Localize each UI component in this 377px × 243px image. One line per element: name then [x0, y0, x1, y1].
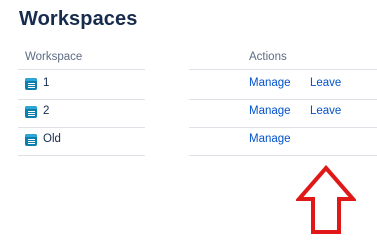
page-title: Workspaces: [19, 8, 138, 30]
workspace-icon: [25, 78, 37, 90]
manage-link[interactable]: Manage: [249, 133, 291, 145]
leave-link[interactable]: Leave: [310, 105, 341, 117]
row-divider: [18, 155, 145, 156]
row-divider: [189, 127, 377, 128]
manage-link[interactable]: Manage: [249, 77, 291, 89]
header-divider-left: [18, 69, 145, 70]
workspace-icon: [25, 134, 37, 146]
workspace-name[interactable]: 2: [43, 105, 49, 117]
workspace-name[interactable]: Old: [43, 133, 61, 145]
up-arrow-icon: [296, 165, 356, 234]
row-divider: [189, 155, 377, 156]
actions-column-header: Actions: [249, 51, 287, 63]
row-divider: [18, 99, 145, 100]
row-divider: [18, 127, 145, 128]
workspace-name[interactable]: 1: [43, 77, 49, 89]
row-divider: [189, 99, 377, 100]
header-divider-right: [189, 69, 377, 70]
workspace-icon: [25, 106, 37, 118]
manage-link[interactable]: Manage: [249, 105, 291, 117]
workspace-column-header: Workspace: [25, 51, 83, 63]
leave-link[interactable]: Leave: [310, 77, 341, 89]
